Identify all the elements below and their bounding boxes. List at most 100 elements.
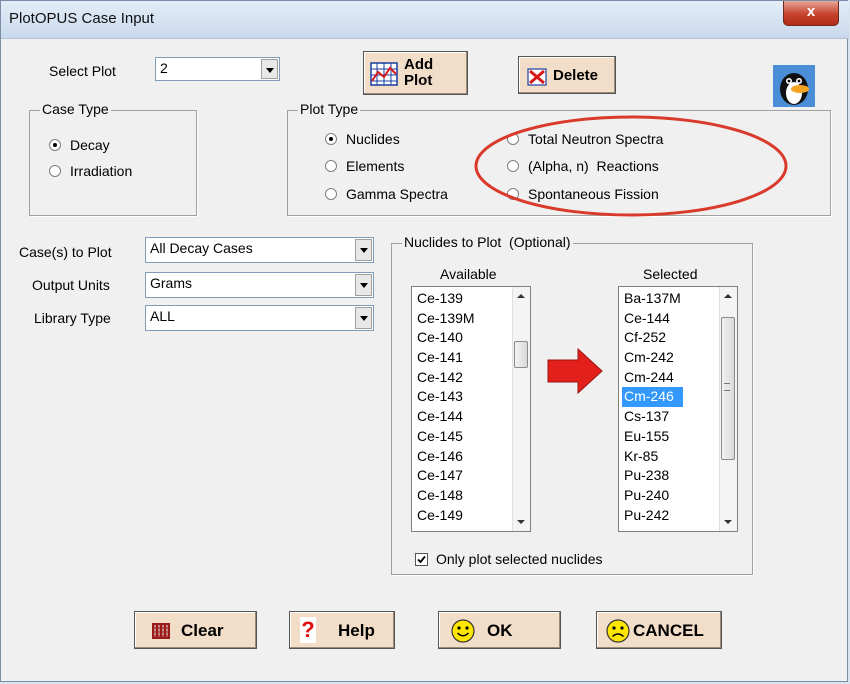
- scroll-up-icon[interactable]: [517, 294, 525, 298]
- selected-listbox[interactable]: Ba-137M Ce-144 Cf-252 Cm-242 Cm-244 Cm-246 Cs-…: [618, 286, 738, 532]
- delete-icon: [527, 68, 547, 86]
- list-item[interactable]: Cs-137: [622, 407, 683, 427]
- nuclides-group: Nuclides to Plot (Optional) Available Se…: [391, 234, 753, 575]
- list-item[interactable]: Ce-142: [415, 368, 477, 388]
- list-item[interactable]: Cf-252: [622, 328, 683, 348]
- library-type-value: ALL: [150, 308, 175, 324]
- radio-irradiation[interactable]: Irradiation: [49, 163, 132, 179]
- scroll-down-icon[interactable]: [724, 520, 732, 524]
- radio-label: Elements: [346, 158, 405, 174]
- plot-grid-icon: [370, 62, 398, 86]
- list-item[interactable]: Cm-242: [622, 348, 683, 368]
- scroll-up-icon[interactable]: [724, 294, 732, 298]
- list-item[interactable]: Ce-146: [415, 447, 477, 467]
- checkmark-icon: [417, 555, 426, 563]
- radio-label: Nuclides: [346, 131, 400, 147]
- radio-button[interactable]: [325, 160, 337, 172]
- list-item[interactable]: Ce-140: [415, 328, 477, 348]
- list-item[interactable]: Cm-246: [622, 387, 683, 408]
- only-selected-checkbox-row[interactable]: Only plot selected nuclides: [415, 551, 603, 567]
- add-plot-button[interactable]: Add Plot: [363, 51, 468, 95]
- radio-button[interactable]: [49, 139, 61, 151]
- list-item[interactable]: Ce-144: [622, 309, 683, 329]
- cancel-button[interactable]: CANCEL: [596, 611, 722, 649]
- list-item[interactable]: Kr-85: [622, 447, 683, 467]
- ok-button[interactable]: OK: [438, 611, 561, 649]
- grip-icon: [724, 383, 730, 391]
- delete-button[interactable]: Delete: [518, 56, 616, 94]
- annotation-ellipse: [474, 115, 788, 217]
- list-item[interactable]: Ce-149: [415, 506, 477, 526]
- available-listbox[interactable]: Ce-139 Ce-139M Ce-140 Ce-141 Ce-142 Ce-143 Ce-…: [411, 286, 531, 532]
- selected-label: Selected: [643, 266, 698, 282]
- list-item[interactable]: Eu-155: [622, 427, 683, 447]
- delete-label: Delete: [553, 67, 599, 84]
- clear-label: Clear: [181, 621, 224, 640]
- radio-elements[interactable]: Elements: [325, 158, 404, 174]
- list-item[interactable]: Ce-145: [415, 427, 477, 447]
- help-button[interactable]: ? Help: [289, 611, 395, 649]
- available-items: Ce-139 Ce-139M Ce-140 Ce-141 Ce-142 Ce-143 Ce-…: [415, 289, 477, 525]
- radio-button[interactable]: [325, 133, 337, 145]
- close-icon: x: [806, 3, 816, 20]
- close-button[interactable]: x: [783, 1, 839, 26]
- list-item[interactable]: Ce-147: [415, 466, 477, 486]
- selected-scrollbar[interactable]: [719, 287, 737, 531]
- list-item[interactable]: Pu-240: [622, 486, 683, 506]
- case-type-title: Case Type: [40, 101, 111, 117]
- grid-icon: [152, 623, 170, 639]
- select-plot-label: Select Plot: [49, 63, 116, 79]
- chevron-down-icon[interactable]: [355, 307, 372, 329]
- window-title: PlotOPUS Case Input: [9, 10, 155, 27]
- radio-button[interactable]: [325, 188, 337, 200]
- dialog-body: Select Plot 2 Add Plot Delete Case Type …: [10, 39, 840, 675]
- select-plot-value: 2: [160, 60, 168, 76]
- list-item[interactable]: Ce-148: [415, 486, 477, 506]
- scroll-thumb[interactable]: [514, 341, 528, 368]
- help-icon: ?: [300, 617, 316, 643]
- arrow-right-icon[interactable]: [544, 346, 606, 396]
- list-item[interactable]: Ce-139M: [415, 309, 477, 329]
- list-item[interactable]: Ce-139: [415, 289, 477, 309]
- select-plot-dropdown[interactable]: 2: [155, 57, 280, 81]
- penguin-logo-icon: [773, 65, 815, 107]
- chevron-down-icon[interactable]: [355, 239, 372, 261]
- plot-type-title: Plot Type: [298, 101, 361, 117]
- nuclides-title: Nuclides to Plot (Optional): [402, 234, 573, 250]
- case-type-group: Case Type Decay Irradiation: [29, 101, 197, 216]
- list-item[interactable]: Pu-242: [622, 506, 683, 526]
- list-item[interactable]: Cm-244: [622, 368, 683, 388]
- library-type-label: Library Type: [34, 310, 111, 326]
- cases-to-plot-label: Case(s) to Plot: [19, 244, 112, 260]
- chevron-down-icon[interactable]: [355, 274, 372, 296]
- list-item[interactable]: Ce-143: [415, 387, 477, 407]
- output-units-dropdown[interactable]: Grams: [145, 272, 374, 298]
- help-label: Help: [338, 621, 375, 640]
- library-type-dropdown[interactable]: ALL: [145, 305, 374, 331]
- radio-label: Gamma Spectra: [346, 186, 448, 202]
- title-bar[interactable]: PlotOPUS Case Input x: [1, 1, 849, 39]
- selected-items: Ba-137M Ce-144 Cf-252 Cm-242 Cm-244 Cm-246 Cs-…: [622, 289, 683, 525]
- list-item[interactable]: Ba-137M: [622, 289, 683, 309]
- sad-face-icon: [606, 619, 630, 643]
- add-plot-label: Add Plot: [404, 56, 434, 89]
- chevron-down-icon[interactable]: [261, 59, 278, 79]
- cases-to-plot-dropdown[interactable]: All Decay Cases: [145, 237, 374, 263]
- radio-decay[interactable]: Decay: [49, 137, 110, 153]
- radio-label: Decay: [70, 137, 110, 153]
- ok-label: OK: [487, 621, 513, 640]
- list-item[interactable]: Ce-144: [415, 407, 477, 427]
- radio-button[interactable]: [49, 165, 61, 177]
- list-item[interactable]: Ce-141: [415, 348, 477, 368]
- clear-button[interactable]: Clear: [134, 611, 257, 649]
- list-item[interactable]: Pu-238: [622, 466, 683, 486]
- cancel-label: CANCEL: [633, 621, 704, 640]
- plotopus-window: PlotOPUS Case Input x Select Plot 2 Add …: [0, 0, 849, 682]
- scroll-down-icon[interactable]: [517, 520, 525, 524]
- available-scrollbar[interactable]: [512, 287, 530, 531]
- only-selected-checkbox[interactable]: [415, 552, 428, 566]
- radio-nuclides[interactable]: Nuclides: [325, 131, 400, 147]
- output-units-label: Output Units: [32, 277, 110, 293]
- output-units-value: Grams: [150, 275, 192, 291]
- radio-gamma-spectra[interactable]: Gamma Spectra: [325, 186, 448, 202]
